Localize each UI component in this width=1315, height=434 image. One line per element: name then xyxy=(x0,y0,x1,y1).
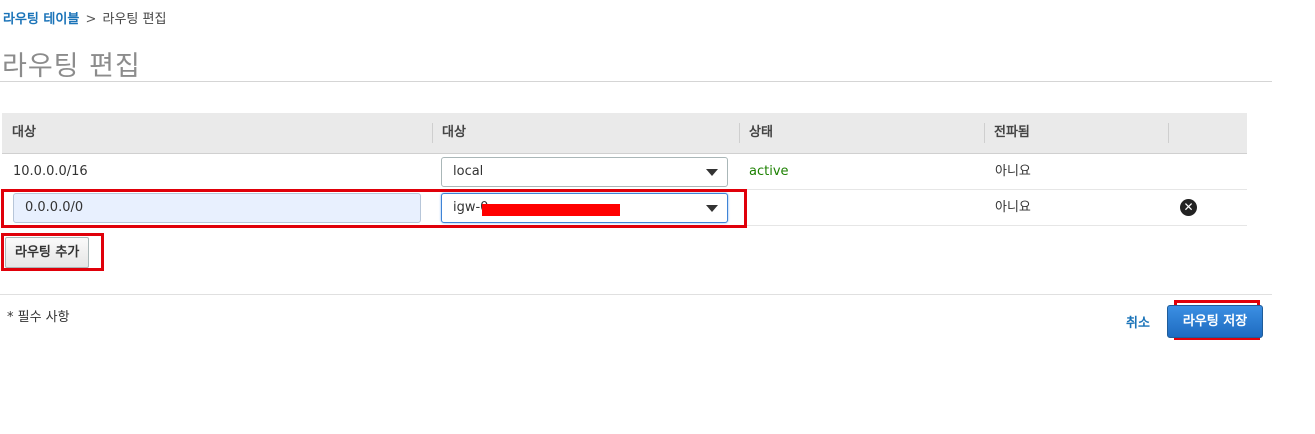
breadcrumb: 라우팅 테이블 > 라우팅 편집 xyxy=(3,8,166,27)
caret-down-icon xyxy=(706,169,718,176)
destination-cidr-input[interactable]: 0.0.0.0/0 xyxy=(13,193,421,223)
close-circle-icon[interactable]: ✕ xyxy=(1180,199,1197,216)
routes-table: 대상 대상 상태 전파됨 10.0.0.0/16 local active 아니… xyxy=(2,113,1247,226)
caret-down-icon xyxy=(706,205,718,212)
target-select[interactable]: local xyxy=(441,157,728,187)
title-divider xyxy=(0,81,1272,82)
column-header-status: 상태 xyxy=(749,125,773,140)
route-status: active xyxy=(749,164,789,179)
table-row: 10.0.0.0/16 local active 아니요 xyxy=(2,154,1247,190)
breadcrumb-current: 라우팅 편집 xyxy=(102,12,167,27)
redaction-mark xyxy=(482,204,620,216)
column-header-propagated: 전파됨 xyxy=(994,125,1030,140)
route-propagated: 아니요 xyxy=(995,200,1031,215)
footer-divider xyxy=(0,294,1272,295)
column-header-destination: 대상 xyxy=(12,125,36,140)
required-note: * 필수 사항 xyxy=(7,310,70,325)
column-divider xyxy=(1168,123,1169,143)
add-route-button[interactable]: 라우팅 추가 xyxy=(5,237,90,268)
column-header-target: 대상 xyxy=(442,125,466,140)
table-row: 0.0.0.0/0 igw-0 아니요 ✕ xyxy=(2,190,1247,226)
route-destination: 10.0.0.0/16 xyxy=(13,164,88,179)
page-title: 라우팅 편집 xyxy=(2,51,141,82)
target-select-value: local xyxy=(453,164,484,179)
target-select[interactable]: igw-0 xyxy=(441,193,728,223)
cancel-button[interactable]: 취소 xyxy=(1126,312,1150,331)
breadcrumb-route-tables-link[interactable]: 라우팅 테이블 xyxy=(3,12,79,27)
table-header: 대상 대상 상태 전파됨 xyxy=(2,113,1247,154)
breadcrumb-separator: > xyxy=(85,12,97,27)
route-propagated: 아니요 xyxy=(995,164,1031,179)
save-routes-button[interactable]: 라우팅 저장 xyxy=(1167,305,1263,338)
